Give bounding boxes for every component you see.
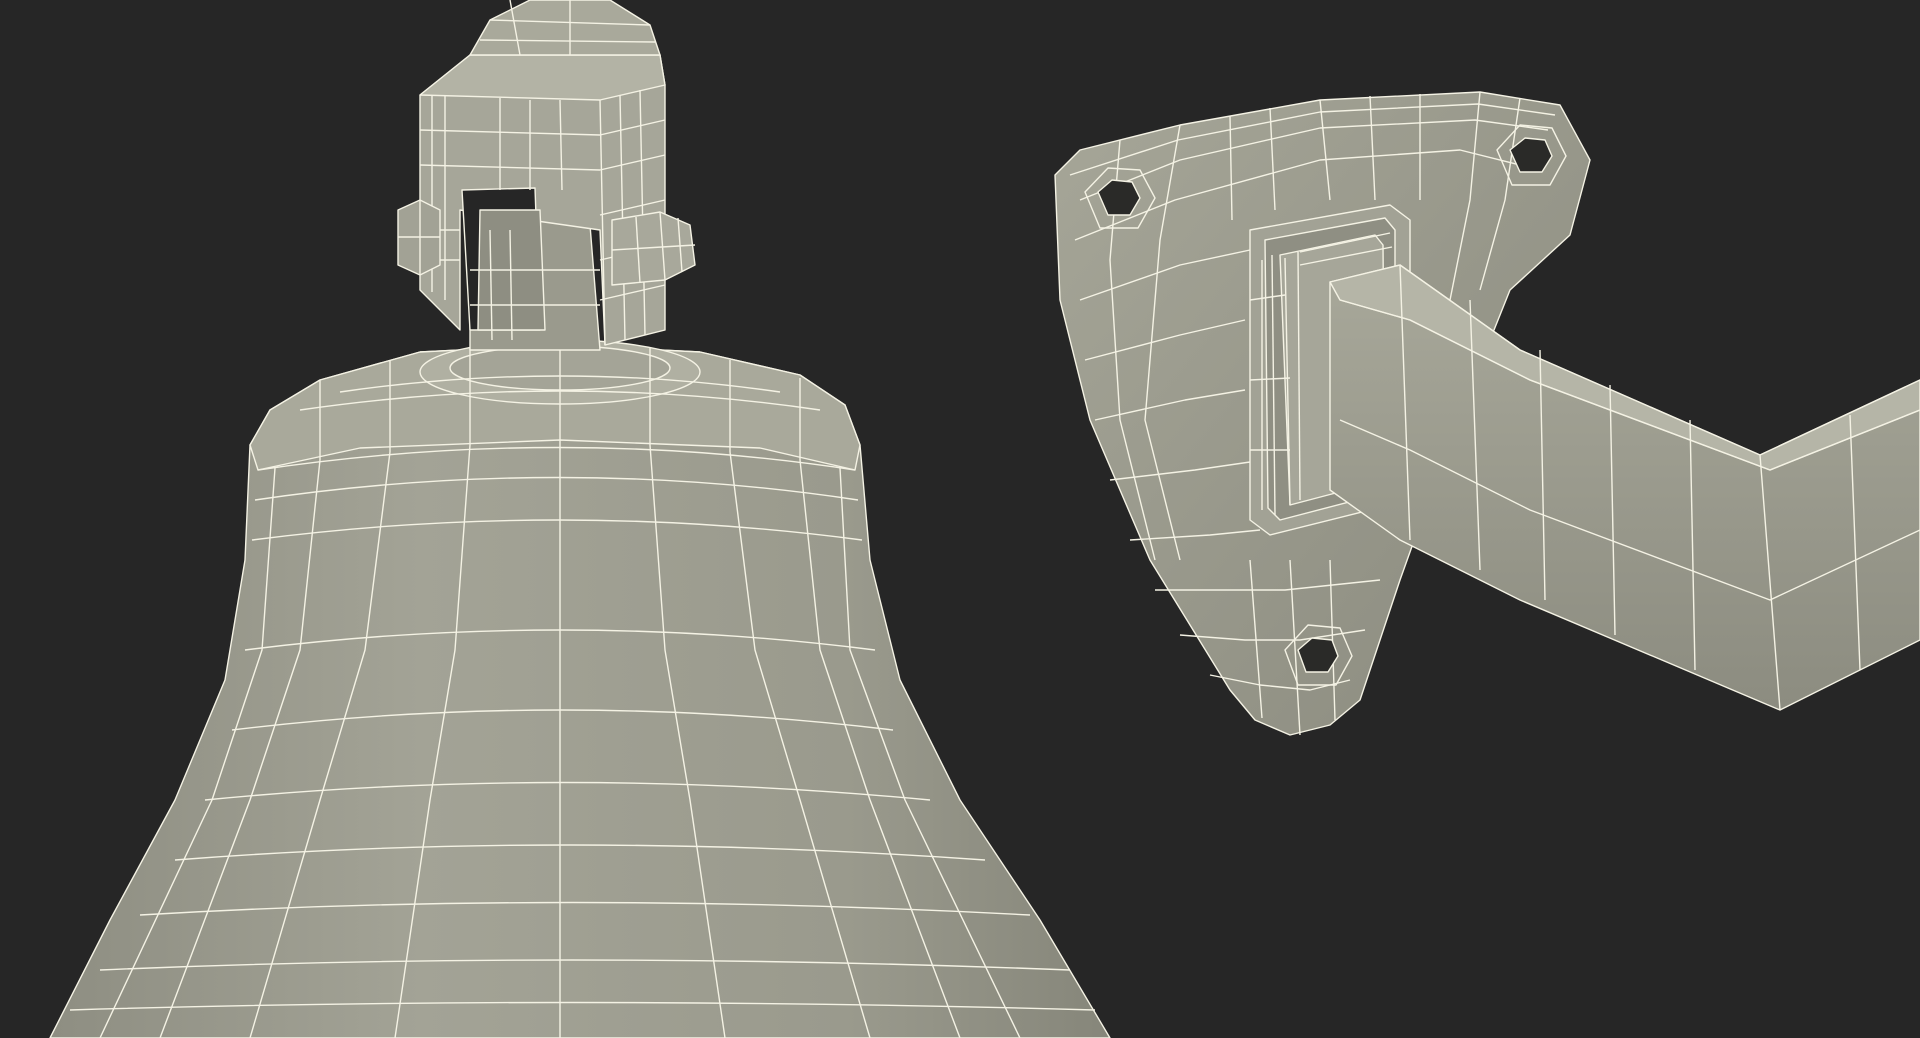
render-viewport	[0, 0, 1920, 1038]
bell-left-bolt	[397, 199, 441, 276]
wireframe-render	[0, 0, 1920, 1038]
